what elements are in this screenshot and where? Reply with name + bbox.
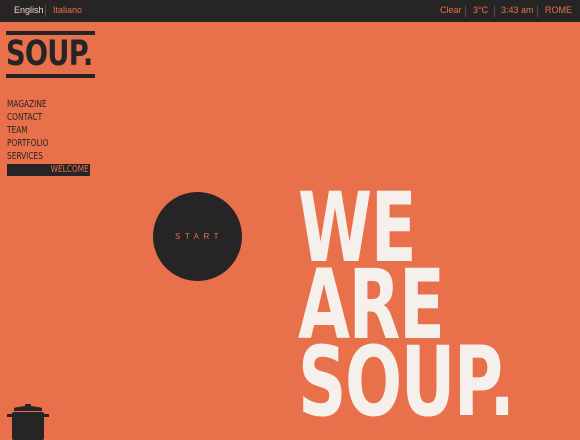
local-time: 3:43 am bbox=[501, 5, 534, 15]
nav-item-welcome-label: WELCOME bbox=[51, 164, 90, 175]
divider bbox=[494, 5, 495, 17]
language-english-link[interactable]: English bbox=[14, 0, 44, 22]
nav-item-magazine[interactable]: MAGAZINE bbox=[7, 98, 69, 111]
main-nav: MAGAZINE CONTACT TEAM PORTFOLIO SERVICES… bbox=[7, 98, 91, 176]
nav-item-team[interactable]: TEAM bbox=[7, 124, 69, 137]
city-name: ROME bbox=[545, 5, 572, 15]
top-bar: English Italiano Clear 3°C 3:43 am ROME bbox=[0, 0, 580, 22]
nav-item-services[interactable]: SERVICES bbox=[7, 150, 69, 163]
hero-line-soup: SOUP. bbox=[298, 326, 515, 438]
divider bbox=[537, 5, 538, 17]
temperature: 3°C bbox=[473, 5, 489, 15]
start-button[interactable]: START bbox=[153, 192, 242, 281]
nav-item-portfolio[interactable]: PORTFOLIO bbox=[7, 137, 69, 150]
divider bbox=[465, 5, 466, 17]
divider bbox=[45, 5, 46, 17]
logo-wordmark: SOUP. bbox=[6, 34, 93, 74]
nav-item-contact[interactable]: CONTACT bbox=[7, 111, 69, 124]
language-italiano-link[interactable]: Italiano bbox=[53, 0, 82, 22]
weather-status: Clear bbox=[440, 5, 462, 15]
soup-logo[interactable]: SOUP. bbox=[6, 31, 95, 78]
nav-item-welcome[interactable]: WELCOME bbox=[7, 164, 90, 176]
logo-bottom-rule bbox=[6, 74, 95, 78]
pot-icon bbox=[7, 404, 49, 440]
hero-headline: WE ARE SOUP. bbox=[298, 180, 580, 438]
